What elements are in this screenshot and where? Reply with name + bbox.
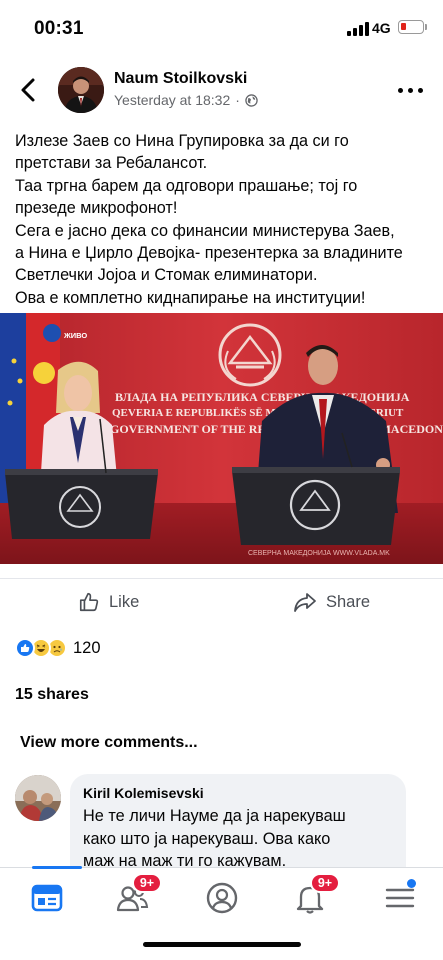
post-text-line: а Нина е Џирло Девојка- презентерка за в…: [15, 244, 403, 263]
nav-news-feed[interactable]: [27, 878, 67, 918]
post-text-line: Таа тргна барем да одговори прашање; тој…: [15, 176, 358, 195]
profile-icon: [206, 882, 238, 914]
banner-line: ВЛАДА НА РЕПУБЛИКА СЕВЕРНА МАКЕДОНИЈА: [115, 390, 410, 404]
notifications-badge: 9+: [310, 873, 340, 893]
live-label: ЖИВО: [63, 331, 87, 340]
reaction-count: 120: [73, 638, 101, 657]
share-arrow-icon: [294, 593, 316, 612]
news-feed-icon: [31, 884, 63, 912]
thumbs-up-icon: [79, 592, 99, 612]
post-author[interactable]: Naum Stoilkovski: [114, 70, 247, 88]
more-options-button[interactable]: [398, 86, 426, 96]
signal-icon: [347, 22, 369, 36]
comment-line: Не те личи Науме да ја нарекуваш: [83, 807, 346, 825]
post-text-line: презеде микрофонот!: [15, 199, 178, 218]
home-indicator[interactable]: [143, 942, 301, 947]
commenter-avatar[interactable]: [15, 775, 61, 821]
battery-icon: [398, 20, 427, 34]
status-bar: 00:31 4G: [0, 0, 443, 56]
post-text-line: Ова е комплетно киднапирање на институци…: [15, 288, 366, 307]
nav-menu[interactable]: [380, 878, 420, 918]
comment-text: Не те личи Науме да ја нарекуваш како шт…: [83, 805, 393, 873]
nav-friends[interactable]: 9+: [112, 873, 162, 918]
post-meta: Yesterday at 18:32 ·: [114, 92, 258, 108]
post-text: Излезе Заев со Нина Групировка за да си …: [15, 130, 435, 309]
shares-count[interactable]: 15 shares: [15, 686, 89, 704]
post-timestamp[interactable]: Yesterday at 18:32: [114, 92, 230, 108]
author-avatar[interactable]: [58, 67, 104, 113]
like-reaction-icon: [15, 638, 35, 658]
post-text-line: претстави за Ребалансот.: [15, 154, 208, 173]
nav-profile[interactable]: [202, 878, 242, 918]
menu-dot-badge: [407, 879, 416, 888]
share-label: Share: [326, 592, 371, 611]
back-button[interactable]: [16, 76, 42, 104]
chevron-left-icon: [21, 78, 35, 102]
network-type: 4G: [372, 20, 391, 36]
friends-badge: 9+: [132, 873, 162, 893]
reactions-summary[interactable]: 120: [15, 636, 101, 660]
comment-line: како што ја нарекуваш. Ова како: [83, 829, 331, 848]
active-tab-indicator: [32, 866, 82, 869]
post-photo[interactable]: ВЛАДА НА РЕПУБЛИКА СЕВЕРНА МАКЕДОНИЈА QE…: [0, 313, 443, 564]
share-button[interactable]: Share: [293, 589, 370, 615]
post-text-line: Излезе Заев со Нина Групировка за да си …: [15, 132, 349, 150]
post-actions: Like Share: [0, 578, 443, 622]
status-time: 00:31: [34, 18, 84, 39]
like-label: Like: [109, 592, 140, 611]
nav-notifications[interactable]: 9+: [290, 873, 340, 918]
view-more-comments-link[interactable]: View more comments...: [20, 734, 198, 752]
post-text-line: Сега е јасно дека со финансии министерув…: [15, 221, 395, 240]
comment-author[interactable]: Kiril Kolemisevski: [83, 785, 393, 801]
like-button[interactable]: Like: [78, 589, 139, 615]
photo-footer: СЕВЕРНА МАКЕДОНИЈА WWW.VLADA.MK: [248, 550, 390, 557]
meta-separator: ·: [235, 92, 240, 108]
post-text-line: Светлечки Јојоа и Стомак елиминатори.: [15, 266, 318, 285]
globe-icon: [245, 93, 258, 107]
